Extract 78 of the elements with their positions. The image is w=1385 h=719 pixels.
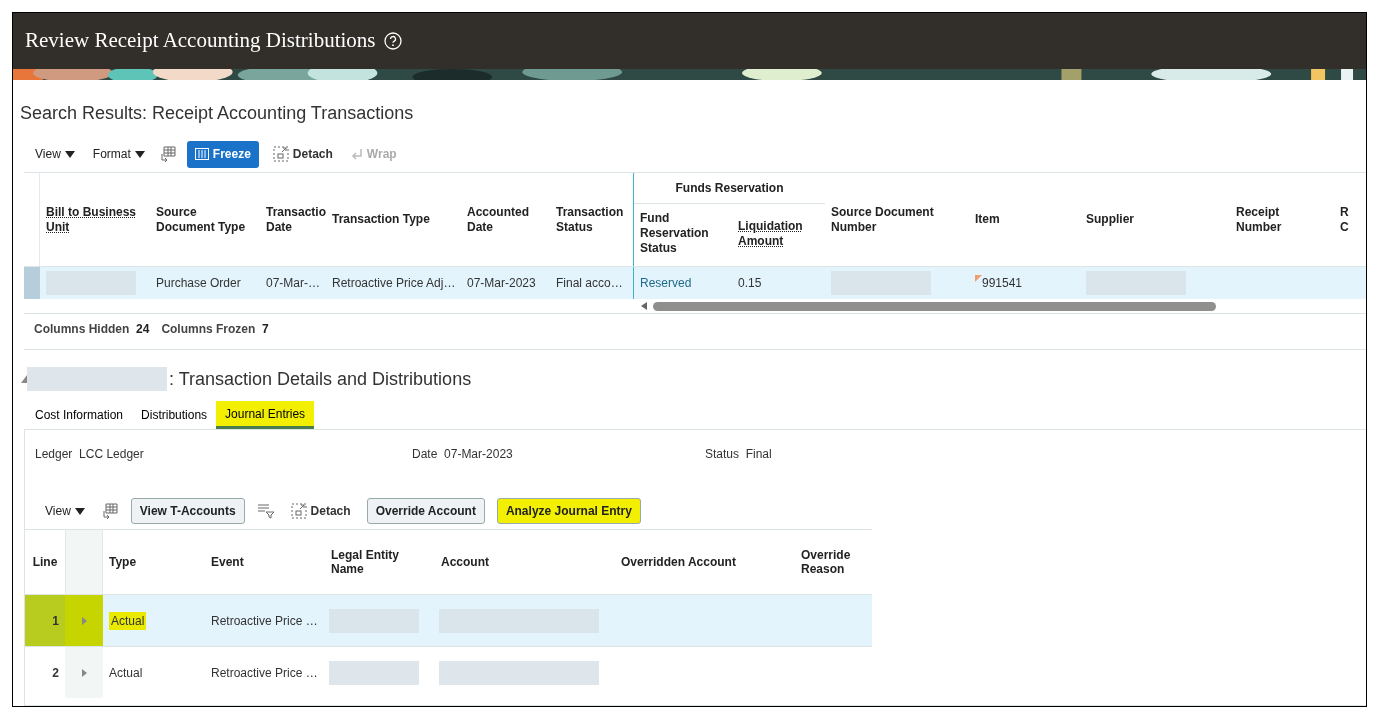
table-row[interactable]: Purchase Order 07-Mar-… Retroactive Price Adj… 07-Mar-2023 Final acco… Reserved 0.15 991541 (24, 266, 1366, 299)
table-cell-text: 07-Mar-… (266, 275, 320, 292)
column-header[interactable]: Supplier (1086, 212, 1134, 227)
flag-icon (975, 275, 982, 282)
caret-icon (134, 150, 145, 158)
column-header[interactable]: Source Document Number (831, 204, 963, 235)
view-menu[interactable]: View (31, 145, 79, 163)
freeze-icon (194, 148, 209, 160)
section-title: Search Results: Receipt Accounting Transactions (20, 102, 415, 125)
expand-icon[interactable] (81, 616, 87, 625)
table-cell-text: Actual (109, 664, 143, 682)
table-cell-text: Retroactive Price … (211, 612, 318, 630)
column-header[interactable]: Fund Reservation Status (640, 211, 726, 256)
table-cell-text: 0.15 (738, 275, 762, 292)
toolbar-button[interactable]: Analyze Journal Entry (496, 498, 641, 524)
column-header[interactable]: Transactio Date (266, 204, 326, 235)
column-header[interactable]: Type (109, 555, 137, 569)
expand-cell[interactable] (65, 647, 103, 698)
freeze-button[interactable]: Freeze (186, 140, 259, 168)
toolbar-button[interactable]: Override Account (366, 498, 485, 524)
column-header[interactable]: Event (211, 555, 244, 569)
column-header[interactable]: Receipt Number (1236, 204, 1328, 235)
columns-icon[interactable] (158, 145, 177, 163)
table-cell-text: 07-Mar-2023 (467, 275, 536, 292)
column-header[interactable]: Line (32, 555, 58, 569)
column-header[interactable]: Bill to Business Unit (46, 204, 144, 235)
column-header[interactable]: Transaction Type (332, 212, 430, 227)
filter-icon[interactable] (256, 503, 275, 519)
column-header[interactable]: Overridden Account (621, 555, 736, 569)
status-link[interactable]: Reserved (640, 274, 692, 292)
detach-button[interactable]: Detach (268, 145, 337, 163)
view-menu[interactable]: View (41, 502, 89, 520)
columns-count: Columns Hidden 24 (34, 321, 150, 338)
detach-icon (290, 503, 307, 519)
toolbar-button[interactable]: View T-Accounts (130, 498, 245, 524)
tab[interactable]: Distributions (132, 401, 217, 429)
columns-icon[interactable] (100, 502, 119, 520)
column-header[interactable]: Liquidation Amount (738, 211, 819, 249)
caret-icon (64, 150, 75, 158)
column-group-header: Funds Reservation (634, 173, 825, 204)
table-cell-text: Final acco… (556, 275, 623, 292)
table-row[interactable]: 1 Actual Retroactive Price … (25, 594, 872, 646)
detach-icon (272, 146, 289, 162)
table-cell-text: Retroactive Price Adj… (332, 275, 456, 292)
scrollbar[interactable] (653, 301, 1216, 311)
table-cell-text: Purchase Order (156, 275, 241, 292)
column-header[interactable]: Transaction Status (556, 204, 627, 235)
table-row[interactable]: 2 Actual Retroactive Price … (25, 646, 872, 698)
line-cell: 1 (25, 595, 65, 646)
column-header[interactable]: Override Reason (801, 548, 869, 576)
wrap-icon (350, 148, 363, 160)
field-label: Status (705, 447, 740, 461)
field-label: Date (412, 447, 438, 461)
table-cell-text: 991541 (982, 275, 1023, 292)
column-header[interactable]: Item (975, 212, 1000, 227)
view-menu[interactable]: Format (88, 145, 149, 163)
column-header[interactable]: Legal Entity Name (331, 548, 429, 576)
caret-icon (74, 507, 85, 515)
column-header[interactable]: Accounted Date (467, 204, 544, 235)
page-title: Review Receipt Accounting Distributions (25, 27, 376, 55)
detach-button[interactable]: Detach (286, 502, 355, 520)
column-header[interactable]: Source Document Type (156, 204, 254, 235)
field-value: LCC Ledger (79, 447, 144, 461)
table-cell-text: Retroactive Price … (211, 664, 318, 682)
expand-cell[interactable] (65, 595, 103, 646)
tab[interactable]: Cost Information (26, 401, 133, 429)
tab[interactable]: Journal Entries (216, 401, 315, 429)
scroll-left-icon[interactable] (641, 302, 647, 310)
column-header[interactable]: Account (441, 555, 489, 569)
field-value: Final (745, 447, 772, 461)
table-cell: Actual (109, 611, 147, 630)
help-icon[interactable] (383, 32, 402, 50)
field-label: Ledger (35, 447, 73, 461)
columns-count: Columns Frozen 7 (161, 321, 269, 338)
column-header[interactable]: R C (1340, 204, 1358, 235)
section-title: : Transaction Details and Distributions (169, 367, 472, 391)
expand-icon[interactable] (81, 668, 87, 677)
field-value: 07-Mar-2023 (444, 447, 513, 461)
